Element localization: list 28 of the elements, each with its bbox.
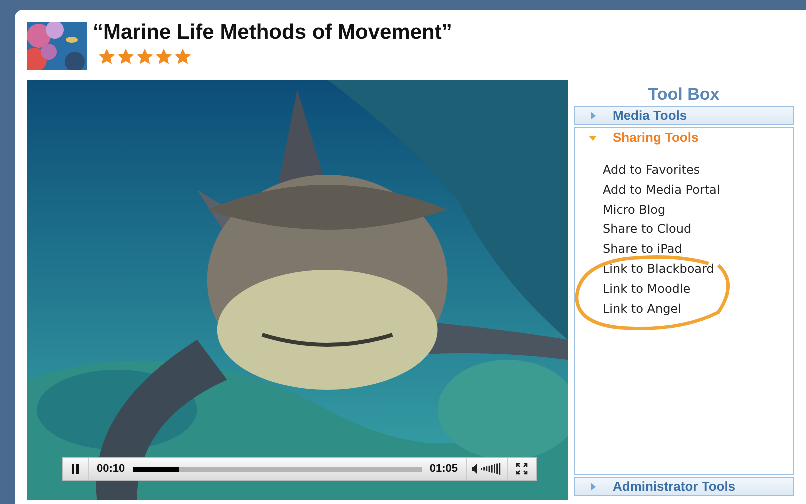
menu-link[interactable]: Link to Angel: [603, 300, 682, 320]
menu-link[interactable]: Add to Favorites: [603, 161, 700, 181]
duration-time: 01:05: [428, 463, 459, 475]
star-icon: [155, 48, 173, 66]
video-title: “Marine Life Methods of Movement”: [93, 22, 452, 44]
menu-link[interactable]: Link to Moodle: [603, 280, 691, 300]
star-icon: [98, 48, 116, 66]
menu-link[interactable]: Share to iPad: [603, 240, 682, 260]
menu-link[interactable]: Add to Media Portal: [603, 180, 720, 201]
fullscreen-icon: [516, 463, 528, 475]
volume-icon: [472, 463, 502, 475]
star-icon: [136, 48, 154, 66]
star-icon: [174, 48, 192, 66]
star-rating[interactable]: [98, 48, 192, 66]
toolbox-title: Tool Box: [647, 84, 721, 106]
menu-link[interactable]: Micro Blog: [603, 200, 666, 220]
star-icon: [117, 48, 135, 66]
progress-slider[interactable]: [133, 466, 422, 472]
section-header[interactable]: Administrator Tools: [575, 478, 793, 495]
pause-icon: [71, 464, 80, 474]
caret-down-icon: [589, 134, 597, 142]
section-header[interactable]: Media Tools: [575, 107, 793, 124]
caret-right-icon: [589, 482, 597, 490]
volume-button[interactable]: [466, 458, 508, 480]
caret-right-icon: [589, 112, 597, 120]
menu-link[interactable]: Link to Blackboard: [603, 260, 714, 280]
menu-link[interactable]: Share to Cloud: [603, 220, 692, 240]
elapsed-time: 00:10: [96, 463, 126, 475]
